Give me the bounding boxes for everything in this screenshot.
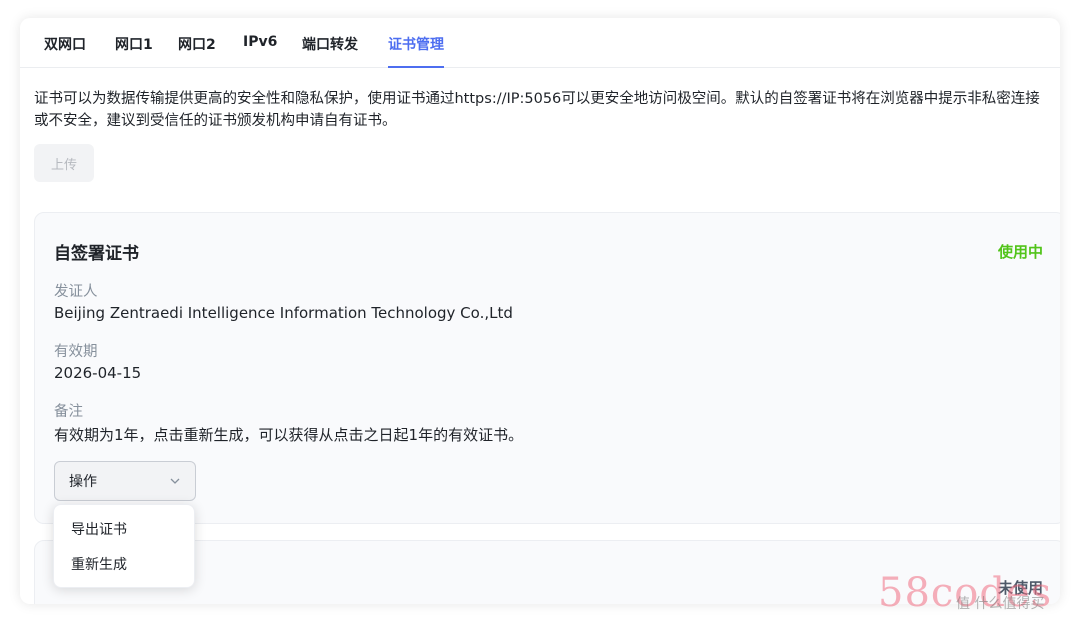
tab-certificate-management[interactable]: 证书管理 [388, 34, 444, 54]
tab-port-forwarding[interactable]: 端口转发 [302, 34, 358, 54]
certificate-card-self-signed: 自签署证书 使用中 发证人 Beijing Zentraedi Intellig… [34, 212, 1060, 524]
action-select[interactable]: 操作 [54, 461, 196, 501]
active-tab-indicator [388, 66, 444, 68]
note-value: 有效期为1年，点击重新生成，可以获得从点击之日起1年的有效证书。 [54, 426, 524, 444]
issuer-value: Beijing Zentraedi Intelligence Informati… [54, 304, 513, 322]
tab-port-2[interactable]: 网口2 [178, 34, 216, 54]
validity-label: 有效期 [54, 344, 98, 360]
menu-item-export-certificate[interactable]: 导出证书 [71, 519, 127, 539]
menu-item-regenerate[interactable]: 重新生成 [71, 554, 127, 574]
tab-port-1[interactable]: 网口1 [115, 34, 153, 54]
certificate-title: 自签署证书 [54, 244, 139, 264]
issuer-label: 发证人 [54, 284, 98, 300]
action-select-label: 操作 [69, 474, 97, 490]
watermark-sub: 值 什么值得买 [956, 596, 1045, 612]
certificate-description: 证书可以为数据传输提供更高的安全性和隐私保护，使用证书通过https://IP:… [34, 91, 1040, 129]
upload-button[interactable]: 上传 [34, 144, 94, 182]
chevron-down-icon [170, 478, 180, 484]
status-badge: 使用中 [997, 243, 1043, 261]
tab-ipv6[interactable]: IPv6 [243, 34, 277, 50]
note-label: 备注 [54, 404, 83, 420]
tab-dual-port[interactable]: 双网口 [44, 34, 86, 54]
validity-value: 2026-04-15 [54, 364, 142, 382]
action-dropdown-menu: 导出证书 重新生成 [53, 504, 195, 588]
tab-bar: 双网口 网口1 网口2 IPv6 端口转发 证书管理 [20, 18, 1060, 68]
